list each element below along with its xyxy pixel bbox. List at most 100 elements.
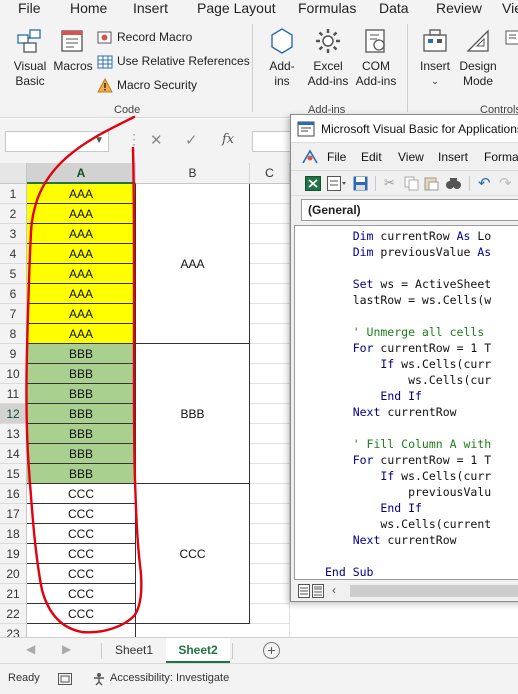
merged-cell-column-b[interactable]: AAA xyxy=(136,184,250,344)
cell-column-c[interactable] xyxy=(250,184,290,204)
row-header[interactable]: 21 xyxy=(0,584,27,604)
tab-insert[interactable]: Insert xyxy=(133,0,168,16)
row-header[interactable]: 4 xyxy=(0,244,27,264)
row-header[interactable]: 8 xyxy=(0,324,27,344)
code-line[interactable]: ws.Cells(cur xyxy=(325,372,491,388)
tab-view[interactable]: Vie xyxy=(502,0,518,16)
row-header[interactable]: 19 xyxy=(0,544,27,564)
cell-column-c[interactable] xyxy=(250,364,290,384)
select-all-corner[interactable] xyxy=(0,163,27,184)
cell-column-c[interactable] xyxy=(250,444,290,464)
row-header[interactable]: 14 xyxy=(0,444,27,464)
merged-cell-column-b[interactable]: BBB xyxy=(136,344,250,484)
cell-column-c[interactable] xyxy=(250,424,290,444)
cell-column-a[interactable]: BBB xyxy=(27,444,136,464)
row-header[interactable]: 16 xyxy=(0,484,27,504)
row-header[interactable]: 6 xyxy=(0,284,27,304)
cell-column-a[interactable]: AAA xyxy=(27,324,136,344)
code-line[interactable]: ws.Cells(current xyxy=(325,516,491,532)
cell-column-c[interactable] xyxy=(250,604,290,624)
macros-button[interactable]: Macros xyxy=(52,26,94,74)
cell-column-a[interactable]: AAA xyxy=(27,304,136,324)
cell-column-c[interactable] xyxy=(250,524,290,544)
row-header[interactable]: 13 xyxy=(0,424,27,444)
code-line[interactable]: For currentRow = 1 T xyxy=(325,452,491,468)
row-header[interactable]: 2 xyxy=(0,204,27,224)
cell-column-a[interactable]: BBB xyxy=(27,344,136,364)
cell-column-c[interactable] xyxy=(250,244,290,264)
vba-menu-edit[interactable]: Edit xyxy=(361,150,382,164)
formula-bar-grip[interactable]: ⋮ xyxy=(127,131,141,148)
vba-menu-view[interactable]: View xyxy=(398,150,424,164)
row-header[interactable]: 15 xyxy=(0,464,27,484)
row-header[interactable]: 9 xyxy=(0,344,27,364)
cell-column-c[interactable] xyxy=(250,304,290,324)
cell-column-a[interactable]: AAA xyxy=(27,284,136,304)
vba-editor-window[interactable]: Microsoft Visual Basic for Applications … xyxy=(290,114,518,602)
code-line[interactable]: End If xyxy=(325,388,422,404)
cell-column-c[interactable] xyxy=(250,384,290,404)
cell-column-c[interactable] xyxy=(250,324,290,344)
column-header-c[interactable]: C xyxy=(250,163,290,184)
cell-column-a[interactable]: AAA xyxy=(27,184,136,204)
cell-column-c[interactable] xyxy=(250,584,290,604)
code-line[interactable]: Next currentRow xyxy=(325,404,457,420)
code-line[interactable]: lastRow = ws.Cells(w xyxy=(325,292,491,308)
vba-menu-file[interactable]: File xyxy=(327,150,346,164)
check-icon[interactable]: ✓ xyxy=(185,131,198,149)
cell-column-c[interactable] xyxy=(250,264,290,284)
cell-column-a[interactable]: CCC xyxy=(27,544,136,564)
scrollbar-thumb[interactable] xyxy=(350,585,518,597)
code-line[interactable]: Set ws = ActiveSheet xyxy=(325,276,491,292)
visual-basic-button[interactable]: Visual Basic xyxy=(8,26,52,89)
cell-column-a[interactable]: BBB xyxy=(27,404,136,424)
code-horizontal-scrollbar[interactable]: ‹ xyxy=(294,582,518,600)
cut-icon[interactable]: ✂ xyxy=(384,175,395,191)
merged-cell-column-b[interactable]: CCC xyxy=(136,484,250,624)
row-header[interactable]: 12 xyxy=(0,404,27,424)
cell-column-c[interactable] xyxy=(250,564,290,584)
cell-column-a[interactable]: CCC xyxy=(27,524,136,544)
name-box[interactable]: ▼ xyxy=(5,131,109,152)
row-header[interactable]: 3 xyxy=(0,224,27,244)
code-line[interactable]: If ws.Cells(curr xyxy=(325,468,491,484)
cell-column-a[interactable]: CCC xyxy=(27,564,136,584)
paste-icon[interactable] xyxy=(424,176,439,191)
cell-column-a[interactable]: BBB xyxy=(27,464,136,484)
code-line[interactable]: ' Fill Column A with xyxy=(325,436,491,452)
row-header[interactable]: 20 xyxy=(0,564,27,584)
com-add-ins-button[interactable]: COM Add-ins xyxy=(352,26,400,89)
cell-column-a[interactable]: CCC xyxy=(27,604,136,624)
vba-project-icon[interactable] xyxy=(301,149,319,165)
accessibility-icon[interactable] xyxy=(92,672,106,686)
tab-home[interactable]: Home xyxy=(70,0,107,16)
cell-column-c[interactable] xyxy=(250,344,290,364)
code-line[interactable]: previousValu xyxy=(325,484,491,500)
column-header-a[interactable]: A xyxy=(27,163,136,184)
tab-data[interactable]: Data xyxy=(379,0,409,16)
tab-formulas[interactable]: Formulas xyxy=(298,0,356,16)
insert-function-icon[interactable]: fx xyxy=(222,132,234,147)
cell-column-a[interactable]: CCC xyxy=(27,504,136,524)
cell-column-c[interactable] xyxy=(250,404,290,424)
cell-column-c[interactable] xyxy=(250,204,290,224)
design-mode-button[interactable]: Design Mode xyxy=(456,26,500,89)
cancel-icon[interactable]: ✕ xyxy=(150,131,163,149)
tab-review[interactable]: Review xyxy=(436,0,482,16)
record-macro-button[interactable]: Record Macro xyxy=(97,28,192,46)
copy-icon[interactable] xyxy=(404,176,419,191)
code-line[interactable]: ' Unmerge all cells xyxy=(325,324,485,340)
cell-column-a[interactable]: AAA xyxy=(27,244,136,264)
code-line[interactable]: End Sub xyxy=(325,564,373,579)
tab-file[interactable]: File xyxy=(18,0,41,16)
redo-icon[interactable]: ↷ xyxy=(499,174,512,192)
scroll-right-icon[interactable]: ▶ xyxy=(62,642,71,656)
cell-column-c[interactable] xyxy=(250,544,290,564)
code-line[interactable]: End If xyxy=(325,500,422,516)
macro-security-button[interactable]: Macro Security xyxy=(97,76,197,94)
vba-title-bar[interactable]: Microsoft Visual Basic for Applications xyxy=(291,115,518,143)
undo-icon[interactable]: ↶ xyxy=(478,174,491,192)
row-header[interactable]: 17 xyxy=(0,504,27,524)
cell-column-a[interactable]: BBB xyxy=(27,364,136,384)
cell-column-a[interactable]: AAA xyxy=(27,224,136,244)
